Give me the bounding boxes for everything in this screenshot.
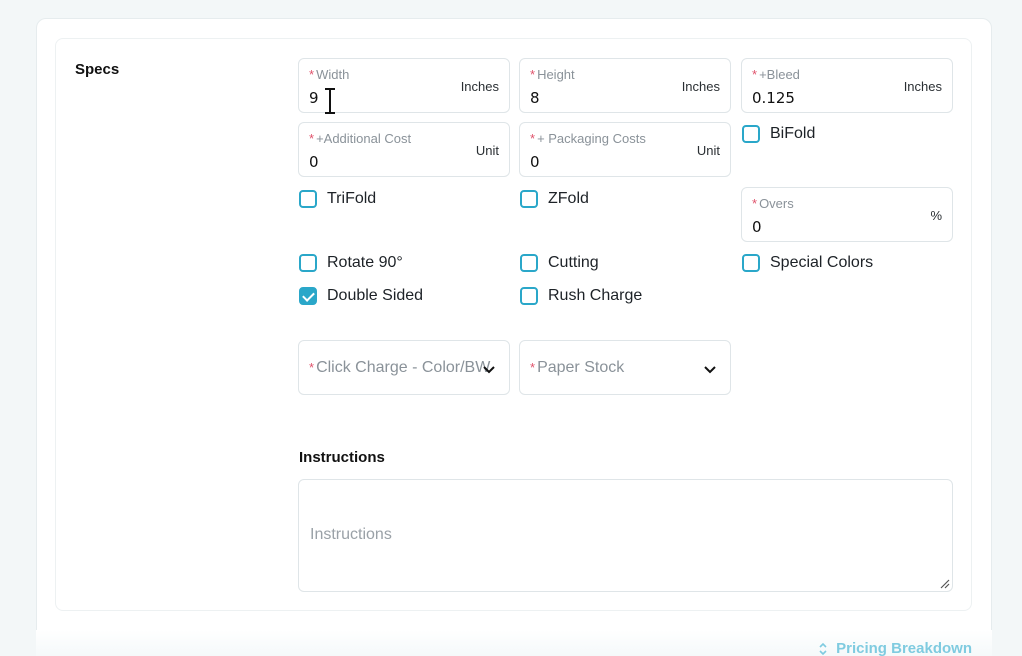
section-title: Specs [75,61,120,78]
cutting-checkbox[interactable]: Cutting [520,253,599,273]
sort-icon [819,642,827,655]
double-sided-label: Double Sided [327,287,424,304]
zfold-label: ZFold [548,190,589,207]
zfold-checkbox[interactable]: ZFold [520,189,589,209]
overs-value[interactable]: 0 [752,218,762,236]
bifold-checkbox[interactable]: BiFold [742,124,815,144]
text-cursor-icon [325,88,335,114]
trifold-checkbox-box[interactable] [299,190,317,208]
additional-cost-value[interactable]: 0 [309,153,319,171]
packaging-costs-field[interactable]: * + Packaging Costs Unit 0 [519,122,731,177]
zfold-checkbox-box[interactable] [520,190,538,208]
double-sided-checkbox[interactable]: Double Sided [299,286,423,306]
rotate-checkbox-box[interactable] [299,254,317,272]
height-unit: Inches [681,79,720,94]
additional-cost-unit: Unit [475,143,499,158]
paper-stock-select[interactable]: * Paper Stock [519,340,731,395]
trifold-label: TriFold [327,190,377,207]
bleed-unit: Inches [903,79,942,94]
chevron-down-icon[interactable] [702,361,718,377]
width-label: * Width [309,67,350,82]
resize-grip-icon[interactable] [938,577,950,589]
overs-field[interactable]: * Overs % 0 [741,187,953,242]
bifold-checkbox-box[interactable] [742,125,760,143]
special-colors-label: Special Colors [770,254,874,271]
instructions-textarea[interactable]: Instructions [298,479,953,592]
bleed-value[interactable]: 0.125 [752,89,795,107]
click-charge-placeholder: * Click Charge - Color/BW [309,359,491,376]
height-label: * Height [530,67,575,82]
overs-unit: % [930,208,942,223]
additional-cost-label: * +Additional Cost [309,131,412,146]
cutting-checkbox-box[interactable] [520,254,538,272]
height-field[interactable]: * Height Inches 8 [519,58,731,113]
pricing-breakdown-label: Pricing Breakdown [836,640,972,656]
rotate-label: Rotate 90° [327,254,403,271]
chevron-down-icon[interactable] [481,361,497,377]
packaging-costs-unit: Unit [696,143,720,158]
packaging-costs-label: * + Packaging Costs [530,131,646,146]
rotate-checkbox[interactable]: Rotate 90° [299,253,403,273]
bleed-label: * +Bleed [752,67,800,82]
additional-cost-field[interactable]: * +Additional Cost Unit 0 [298,122,510,177]
special-colors-checkbox-box[interactable] [742,254,760,272]
click-charge-select[interactable]: * Click Charge - Color/BW [298,340,510,395]
instructions-title: Instructions [299,449,385,466]
cutting-label: Cutting [548,254,599,271]
rush-charge-checkbox[interactable]: Rush Charge [520,286,642,306]
rush-charge-checkbox-box[interactable] [520,287,538,305]
pricing-breakdown-link[interactable]: Pricing Breakdown [818,640,972,656]
packaging-costs-value[interactable]: 0 [530,153,540,171]
bleed-field[interactable]: * +Bleed Inches 0.125 [741,58,953,113]
special-colors-checkbox[interactable]: Special Colors [742,253,873,273]
height-value[interactable]: 8 [530,89,540,107]
width-value[interactable]: 9 [309,89,319,107]
overs-label: * Overs [752,196,794,211]
double-sided-checkbox-box[interactable] [299,287,317,305]
instructions-placeholder: Instructions [310,526,392,543]
paper-stock-placeholder: * Paper Stock [530,359,625,376]
width-unit: Inches [460,79,499,94]
bifold-label: BiFold [770,125,816,142]
rush-charge-label: Rush Charge [548,287,643,304]
trifold-checkbox[interactable]: TriFold [299,189,376,209]
